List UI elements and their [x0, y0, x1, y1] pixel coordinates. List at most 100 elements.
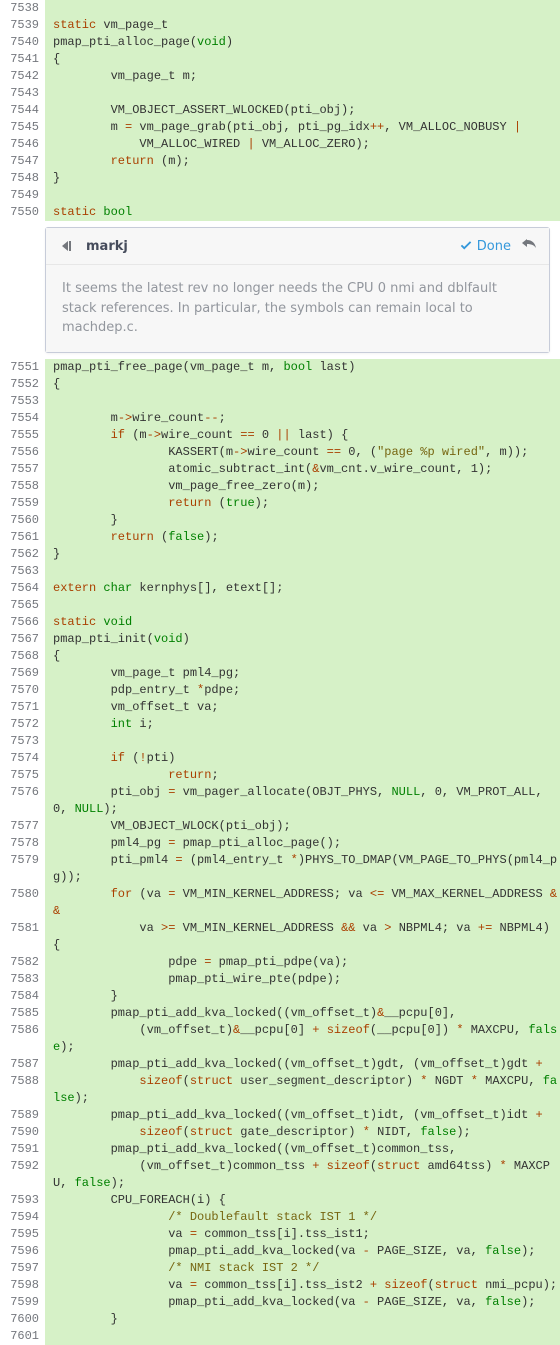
code-content[interactable] — [45, 1328, 560, 1345]
code-content[interactable]: pti_pml4 = (pml4_entry_t *)PHYS_TO_DMAP(… — [45, 852, 560, 886]
code-content[interactable] — [45, 733, 560, 750]
code-content[interactable]: pmap_pti_add_kva_locked(va - PAGE_SIZE, … — [45, 1243, 560, 1260]
line-number: 7584 — [0, 988, 45, 1005]
inline-comment-card: markj Done It seems the latest rev no lo… — [45, 227, 550, 353]
code-content[interactable]: m->wire_count--; — [45, 410, 560, 427]
code-content[interactable]: m = vm_page_grab(pti_obj, pti_pg_idx++, … — [45, 119, 560, 136]
code-content[interactable]: pmap_pti_alloc_page(void) — [45, 34, 560, 51]
code-content[interactable]: { — [45, 648, 560, 665]
code-content[interactable]: (vm_offset_t)&__pcpu[0] + sizeof(__pcpu[… — [45, 1022, 560, 1056]
code-content[interactable]: } — [45, 1311, 560, 1328]
code-line: 7587 pmap_pti_add_kva_locked((vm_offset_… — [0, 1056, 560, 1073]
code-content[interactable]: pml4_pg = pmap_pti_alloc_page(); — [45, 835, 560, 852]
code-content[interactable] — [45, 85, 560, 102]
reply-icon[interactable] — [521, 236, 537, 256]
code-content[interactable]: } — [45, 988, 560, 1005]
line-number: 7543 — [0, 85, 45, 102]
code-content[interactable]: pmap_pti_wire_pte(pdpe); — [45, 971, 560, 988]
code-content[interactable]: return (m); — [45, 153, 560, 170]
line-number: 7586 — [0, 1022, 45, 1056]
code-content[interactable]: pmap_pti_init(void) — [45, 631, 560, 648]
line-number: 7550 — [0, 204, 45, 221]
code-line: 7598 va = common_tss[i].tss_ist2 + sizeo… — [0, 1277, 560, 1294]
line-number: 7573 — [0, 733, 45, 750]
line-number: 7576 — [0, 784, 45, 818]
code-line: 7570 pdp_entry_t *pdpe; — [0, 682, 560, 699]
code-line: 7550static bool — [0, 204, 560, 221]
code-content[interactable]: return; — [45, 767, 560, 784]
done-button[interactable]: Done — [459, 239, 511, 254]
code-content[interactable]: vm_page_t pml4_pg; — [45, 665, 560, 682]
code-content[interactable]: if (!pti) — [45, 750, 560, 767]
rewind-icon[interactable] — [58, 236, 78, 256]
line-number: 7578 — [0, 835, 45, 852]
code-content[interactable]: return (true); — [45, 495, 560, 512]
code-content[interactable]: VM_ALLOC_WIRED | VM_ALLOC_ZERO); — [45, 136, 560, 153]
code-content[interactable]: pmap_pti_add_kva_locked((vm_offset_t)idt… — [45, 1107, 560, 1124]
code-content[interactable]: { — [45, 376, 560, 393]
code-content[interactable]: pmap_pti_add_kva_locked(va - PAGE_SIZE, … — [45, 1294, 560, 1311]
code-content[interactable]: } — [45, 546, 560, 563]
line-number: 7565 — [0, 597, 45, 614]
code-content[interactable]: va >= VM_MIN_KERNEL_ADDRESS && va > NBPM… — [45, 920, 560, 954]
code-content[interactable]: vm_offset_t va; — [45, 699, 560, 716]
code-content[interactable]: } — [45, 170, 560, 187]
code-line: 7593 CPU_FOREACH(i) { — [0, 1192, 560, 1209]
code-content[interactable]: /* NMI stack IST 2 */ — [45, 1260, 560, 1277]
comment-author[interactable]: markj — [86, 239, 459, 254]
code-content[interactable] — [45, 393, 560, 410]
line-number: 7567 — [0, 631, 45, 648]
code-content[interactable]: if (m->wire_count == 0 || last) { — [45, 427, 560, 444]
code-content[interactable]: int i; — [45, 716, 560, 733]
line-number: 7559 — [0, 495, 45, 512]
code-content[interactable]: vm_page_free_zero(m); — [45, 478, 560, 495]
code-line: 7558 vm_page_free_zero(m); — [0, 478, 560, 495]
code-content[interactable]: extern char kernphys[], etext[]; — [45, 580, 560, 597]
code-line: 7551pmap_pti_free_page(vm_page_t m, bool… — [0, 359, 560, 376]
line-number: 7598 — [0, 1277, 45, 1294]
code-line: 7562} — [0, 546, 560, 563]
code-line: 7564extern char kernphys[], etext[]; — [0, 580, 560, 597]
code-content[interactable]: return (false); — [45, 529, 560, 546]
code-line: 7596 pmap_pti_add_kva_locked(va - PAGE_S… — [0, 1243, 560, 1260]
code-content[interactable] — [45, 187, 560, 204]
code-content[interactable]: (vm_offset_t)common_tss + sizeof(struct … — [45, 1158, 560, 1192]
code-content[interactable]: pmap_pti_add_kva_locked((vm_offset_t)com… — [45, 1141, 560, 1158]
code-content[interactable]: { — [45, 51, 560, 68]
code-content[interactable]: } — [45, 512, 560, 529]
code-content[interactable]: pti_obj = vm_pager_allocate(OBJT_PHYS, N… — [45, 784, 560, 818]
code-content[interactable]: static vm_page_t — [45, 17, 560, 34]
code-content[interactable]: va = common_tss[i].tss_ist2 + sizeof(str… — [45, 1277, 560, 1294]
line-number: 7557 — [0, 461, 45, 478]
code-content[interactable]: CPU_FOREACH(i) { — [45, 1192, 560, 1209]
code-content[interactable]: pdpe = pmap_pti_pdpe(va); — [45, 954, 560, 971]
code-line: 7548} — [0, 170, 560, 187]
code-line: 7561 return (false); — [0, 529, 560, 546]
code-content[interactable]: KASSERT(m->wire_count == 0, ("page %p wi… — [45, 444, 560, 461]
code-line: 7583 pmap_pti_wire_pte(pdpe); — [0, 971, 560, 988]
line-number: 7569 — [0, 665, 45, 682]
code-content[interactable]: pmap_pti_add_kva_locked((vm_offset_t)&__… — [45, 1005, 560, 1022]
code-line: 7579 pti_pml4 = (pml4_entry_t *)PHYS_TO_… — [0, 852, 560, 886]
line-number: 7539 — [0, 17, 45, 34]
code-line: 7571 vm_offset_t va; — [0, 699, 560, 716]
code-content[interactable]: VM_OBJECT_ASSERT_WLOCKED(pti_obj); — [45, 102, 560, 119]
code-content[interactable]: sizeof(struct gate_descriptor) * NIDT, f… — [45, 1124, 560, 1141]
code-content[interactable]: /* Doublefault stack IST 1 */ — [45, 1209, 560, 1226]
code-content[interactable]: sizeof(struct user_segment_descriptor) *… — [45, 1073, 560, 1107]
code-content[interactable]: pmap_pti_free_page(vm_page_t m, bool las… — [45, 359, 560, 376]
code-content[interactable]: static bool — [45, 204, 560, 221]
code-content[interactable]: atomic_subtract_int(&vm_cnt.v_wire_count… — [45, 461, 560, 478]
code-content[interactable]: va = common_tss[i].tss_ist1; — [45, 1226, 560, 1243]
line-number: 7601 — [0, 1328, 45, 1345]
code-content[interactable]: for (va = VM_MIN_KERNEL_ADDRESS; va <= V… — [45, 886, 560, 920]
code-content[interactable] — [45, 0, 560, 17]
code-content[interactable]: VM_OBJECT_WLOCK(pti_obj); — [45, 818, 560, 835]
code-content[interactable] — [45, 597, 560, 614]
code-content[interactable]: static void — [45, 614, 560, 631]
code-content[interactable]: pdp_entry_t *pdpe; — [45, 682, 560, 699]
code-line: 7549 — [0, 187, 560, 204]
code-content[interactable] — [45, 563, 560, 580]
code-content[interactable]: vm_page_t m; — [45, 68, 560, 85]
code-content[interactable]: pmap_pti_add_kva_locked((vm_offset_t)gdt… — [45, 1056, 560, 1073]
